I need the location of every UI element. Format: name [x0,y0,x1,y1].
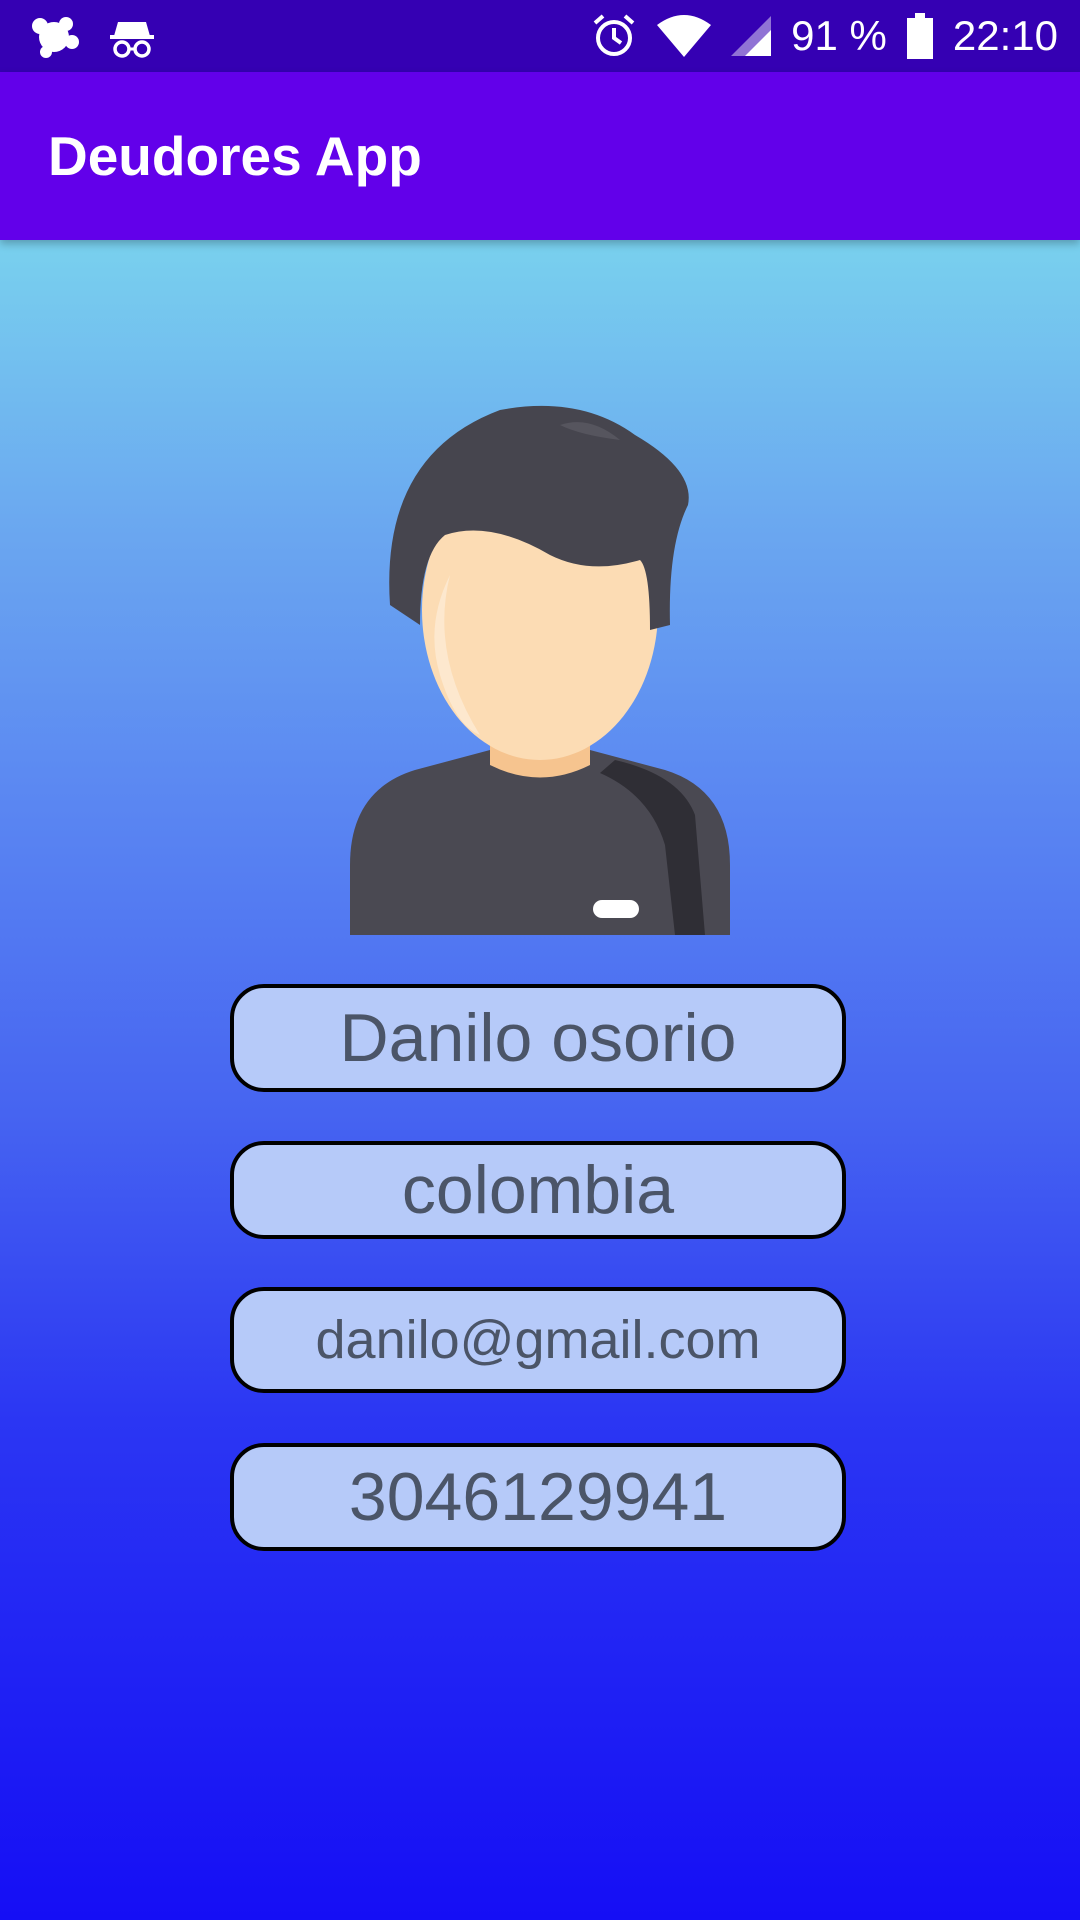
app-title: Deudores App [48,125,422,187]
battery-icon [906,13,933,59]
battery-percent: 91 % [791,12,887,59]
email-field[interactable]: danilo@gmail.com [230,1287,846,1393]
status-right-icons: 91 % 22:10 [591,0,1058,72]
signal-icon [731,16,772,56]
wifi-icon [657,15,712,57]
phone-field[interactable]: 3046129941 [230,1443,846,1551]
incognito-icon [110,22,154,58]
notification-app-icon [32,17,79,58]
country-field[interactable]: colombia [230,1141,846,1239]
person-avatar-icon [350,405,730,935]
alarm-icon [593,14,635,56]
status-bar: 91 % 22:10 [0,0,1080,72]
app-bar: Deudores App [0,72,1080,240]
clock: 22:10 [952,12,1058,59]
status-left-icons [26,12,156,62]
name-field[interactable]: Danilo osorio [230,984,846,1092]
